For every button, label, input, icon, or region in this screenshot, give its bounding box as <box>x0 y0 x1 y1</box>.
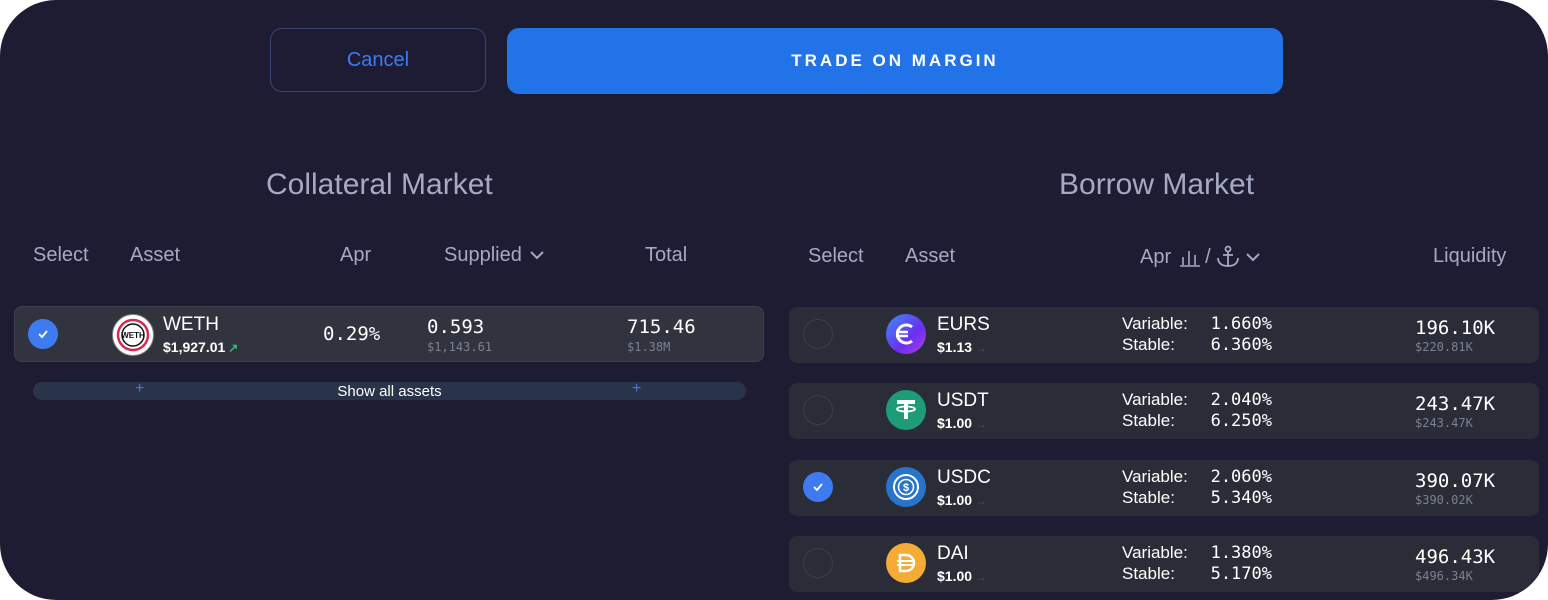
collateral-header-total: Total <box>645 244 688 266</box>
borrow-header-asset: Asset <box>905 245 956 267</box>
select-checkbox[interactable] <box>803 472 833 502</box>
trend-up-icon: ↗ <box>228 341 239 355</box>
supplied-value: 0.593 <box>427 316 485 338</box>
collateral-header-supplied[interactable]: Supplied <box>444 244 545 267</box>
select-checkbox[interactable] <box>803 548 833 578</box>
trend-flat-icon: → <box>975 570 988 584</box>
variable-rate-icon <box>1180 251 1201 267</box>
stable-label: Stable: <box>1122 488 1175 507</box>
stable-label: Stable: <box>1122 564 1175 583</box>
liquidity-value: 390.07K <box>1415 470 1496 492</box>
cancel-button[interactable]: Cancel <box>270 28 486 92</box>
eurs-icon <box>886 314 926 354</box>
plus-icon: + <box>135 380 145 397</box>
asset-price: $1.00 → <box>937 568 987 584</box>
asset-price: $1.13 → <box>937 339 987 355</box>
collateral-header-select: Select <box>33 244 89 266</box>
borrow-row-eurs[interactable]: EURS $1.13 → Variable: 1.660% Stable: 6.3… <box>789 307 1539 363</box>
borrow-header-apr[interactable]: Apr / <box>1140 245 1261 269</box>
stable-label: Stable: <box>1122 411 1175 430</box>
apr-separator: / <box>1205 245 1211 268</box>
liquidity-usd-value: $390.02K <box>1415 493 1473 507</box>
supplied-usd-value: $1,143.61 <box>427 340 493 354</box>
select-checkbox[interactable] <box>803 319 833 349</box>
asset-symbol: DAI <box>937 543 969 564</box>
select-checkbox[interactable] <box>28 319 58 349</box>
check-icon <box>38 330 48 339</box>
trend-flat-icon: → <box>975 417 988 431</box>
price-value: $1.00 <box>937 415 973 431</box>
asset-symbol: WETH <box>163 314 219 335</box>
chevron-down-icon <box>530 251 545 260</box>
plus-icon: + <box>632 380 642 397</box>
borrow-row-usdt[interactable]: USDT $1.00 → Variable: 2.040% Stable: 6.2… <box>789 383 1539 439</box>
asset-symbol: USDC <box>937 467 991 488</box>
liquidity-value: 496.43K <box>1415 546 1496 568</box>
variable-rate: 2.060% <box>1210 467 1272 487</box>
liquidity-value: 196.10K <box>1415 317 1496 339</box>
select-checkbox[interactable] <box>803 395 833 425</box>
variable-rate: 2.040% <box>1210 390 1272 410</box>
price-value: $1,927.01 <box>163 339 226 355</box>
collateral-row-weth[interactable]: WETH WETH $1,927.01 ↗ 0.29% 0.593 $1,143.… <box>14 306 764 362</box>
stable-rate: 6.360% <box>1210 335 1272 355</box>
price-value: $1.00 <box>937 492 973 508</box>
asset-price: $1.00 → <box>937 415 987 431</box>
trend-flat-icon: → <box>975 494 988 508</box>
check-icon <box>813 483 823 492</box>
variable-rate: 1.660% <box>1210 314 1272 334</box>
supplied-label: Supplied <box>444 244 522 266</box>
liquidity-value: 243.47K <box>1415 393 1496 415</box>
asset-symbol: EURS <box>937 314 990 335</box>
weth-icon: WETH <box>112 314 154 356</box>
price-value: $1.13 <box>937 339 973 355</box>
liquidity-usd-value: $243.47K <box>1415 416 1473 430</box>
borrow-header-select: Select <box>808 245 864 267</box>
price-value: $1.00 <box>937 568 973 584</box>
stable-rate: 5.340% <box>1210 488 1272 508</box>
usdc-icon: $ <box>886 467 926 507</box>
borrow-market-title: Borrow Market <box>1059 168 1255 201</box>
asset-symbol: USDT <box>937 390 989 411</box>
collateral-header-apr: Apr <box>340 244 372 266</box>
svg-text:WETH: WETH <box>121 331 145 340</box>
collateral-market-title: Collateral Market <box>266 168 493 201</box>
liquidity-usd-value: $220.81K <box>1415 340 1473 354</box>
dai-icon <box>886 543 926 583</box>
stable-rate: 5.170% <box>1210 564 1272 584</box>
collateral-header-asset: Asset <box>130 244 181 266</box>
trade-on-margin-button[interactable]: TRADE ON MARGIN <box>507 28 1283 94</box>
stable-label: Stable: <box>1122 335 1175 354</box>
margin-trade-panel: Cancel TRADE ON MARGIN Collateral Market… <box>0 0 1548 600</box>
borrow-header-liquidity: Liquidity <box>1433 245 1507 267</box>
variable-rate: 1.380% <box>1210 543 1272 563</box>
total-usd-value: $1.38M <box>627 340 671 354</box>
trend-flat-icon: → <box>975 341 988 355</box>
asset-price: $1,927.01 ↗ <box>163 339 238 355</box>
asset-price: $1.00 → <box>937 492 987 508</box>
total-value: 715.46 <box>627 316 696 338</box>
stable-rate: 6.250% <box>1210 411 1272 431</box>
svg-text:$: $ <box>903 482 909 494</box>
liquidity-usd-value: $496.34K <box>1415 569 1473 583</box>
borrow-row-usdc[interactable]: $ USDC $1.00 → Variable: 2.060% Stable: 5… <box>789 460 1539 516</box>
chevron-down-icon <box>1245 253 1260 262</box>
apr-value: 0.29% <box>323 323 381 345</box>
apr-label: Apr <box>1140 245 1172 268</box>
anchor-icon <box>1216 245 1239 267</box>
borrow-row-dai[interactable]: DAI $1.00 → Variable: 1.380% Stable: 5.17… <box>789 536 1539 592</box>
usdt-icon <box>886 390 926 430</box>
